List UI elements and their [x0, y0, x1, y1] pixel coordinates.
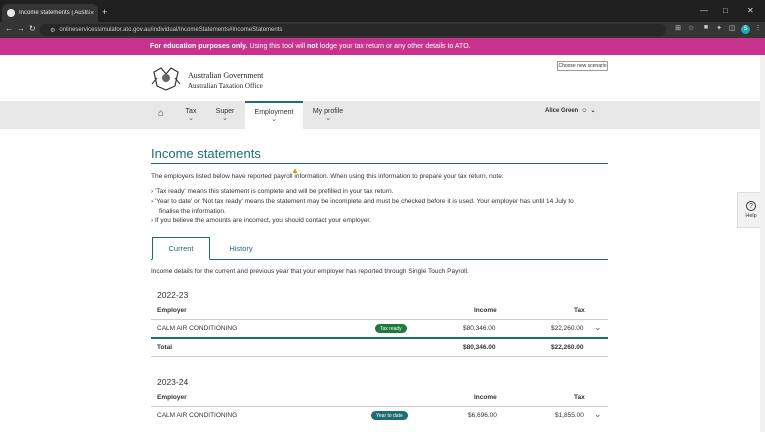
gov-name-line2: Australian Taxation Office — [188, 82, 263, 90]
list-item: › 'Tax ready' means this statement is co… — [151, 188, 394, 195]
year-heading: 2023-24 — [157, 377, 189, 387]
banner-bold-text: For education purposes only. — [150, 43, 248, 50]
status-badge: Tax ready — [375, 324, 407, 333]
row-divider — [151, 319, 608, 320]
title-divider — [151, 163, 608, 164]
tab-history[interactable]: History — [216, 237, 266, 259]
employer-name: CALM AIR CONDITIONING — [157, 412, 238, 419]
tab-current[interactable]: Current — [152, 237, 210, 260]
nav-tax-label: Tax — [185, 108, 197, 115]
browser-tab-title: Income statements | Australian T — [19, 10, 90, 16]
chevron-down-icon: ⌄ — [590, 108, 596, 114]
coat-of-arms-logo — [151, 67, 181, 91]
row-divider — [151, 356, 608, 357]
income-value: $80,346.00 — [463, 325, 496, 332]
tax-header: Tax — [574, 307, 585, 314]
close-tab-icon[interactable]: × — [90, 10, 98, 17]
extensions-puzzle-icon[interactable]: ✦ — [714, 24, 724, 34]
close-window-icon[interactable]: ✕ — [747, 6, 754, 15]
income-header: Income — [474, 394, 497, 401]
page-scrollbar[interactable] — [760, 55, 765, 432]
income-header: Income — [474, 307, 497, 314]
nav-super[interactable]: Super ⌄ — [210, 101, 240, 129]
income-value: $6,696.00 — [468, 412, 497, 419]
banner-text-2: lodge your tax return or any other detai… — [317, 43, 471, 50]
list-item-continuation: finalise the information. — [159, 208, 226, 215]
tabs-divider — [151, 259, 608, 260]
banner-text-1: Using this tool will — [247, 43, 308, 50]
browser-menu-icon[interactable]: ⋮ — [753, 24, 763, 34]
new-tab-button[interactable]: + — [102, 7, 107, 17]
site-favicon-icon — [7, 9, 15, 17]
chevron-down-icon: ⌄ — [271, 116, 277, 123]
user-icon: ☺ — [581, 107, 588, 114]
employer-name: CALM AIR CONDITIONING — [157, 325, 238, 332]
total-tax: $22,260.00 — [551, 344, 584, 351]
total-divider — [151, 337, 608, 339]
expand-chevron-icon[interactable]: ⌄ — [594, 322, 602, 333]
user-menu[interactable]: Alice Green ☺ ⌄ — [545, 107, 596, 115]
employer-header: Employer — [157, 394, 187, 401]
expand-chevron-icon[interactable]: ⌄ — [594, 409, 602, 420]
user-name: Alice Green — [545, 107, 579, 114]
gov-name-line1: Australian Government — [188, 71, 264, 80]
reload-icon[interactable]: ↻ — [29, 24, 36, 33]
profile-avatar[interactable]: S — [741, 25, 750, 34]
chevron-down-icon: ⌄ — [222, 115, 228, 122]
main-nav — [0, 101, 765, 129]
details-text: Income details for the current and previ… — [151, 268, 469, 275]
intro-text: The employers listed below have reported… — [151, 173, 504, 180]
list-item: › If you believe the amounts are incorre… — [151, 217, 372, 224]
forward-icon[interactable]: → — [17, 24, 25, 33]
status-badge: Year to date — [371, 411, 408, 420]
browser-tab-strip — [0, 0, 765, 22]
bookmark-star-icon[interactable]: ☆ — [686, 24, 696, 34]
tax-value: $22,260.00 — [551, 325, 584, 332]
install-app-icon[interactable]: ⊞ — [673, 24, 683, 34]
nav-super-label: Super — [215, 108, 235, 115]
question-icon: ? — [746, 201, 756, 211]
chevron-down-icon: ⌄ — [325, 115, 331, 122]
banner-not-text: not — [307, 43, 318, 50]
page-title: Income statements — [151, 146, 261, 161]
home-icon[interactable]: ⌂ — [158, 108, 170, 120]
year-heading: 2022-23 — [157, 290, 189, 300]
list-item: › 'Year to date' or 'Not tax ready' mean… — [151, 198, 574, 205]
chevron-down-icon: ⌄ — [188, 115, 194, 122]
row-divider — [151, 406, 608, 407]
address-bar[interactable]: ⚙ onlineservicessimulator.ato.gov.au/ind… — [40, 24, 666, 36]
side-panel-icon[interactable]: ◫ — [727, 24, 737, 34]
choose-new-scenario-button[interactable]: Choose new scenario — [557, 61, 608, 71]
help-label: Help — [745, 213, 757, 219]
nav-employment[interactable]: Employment ⌄ — [245, 101, 303, 129]
tax-value: $1,855.00 — [555, 412, 584, 419]
total-label: Total — [157, 344, 173, 351]
url-text: onlineservicessimulator.ato.gov.au/indiv… — [59, 27, 283, 33]
nav-my-profile-label: My profile — [312, 108, 344, 115]
site-header — [0, 55, 765, 101]
nav-my-profile[interactable]: My profile ⌄ — [309, 101, 347, 129]
total-income: $80,346.00 — [463, 344, 496, 351]
tax-header: Tax — [574, 394, 585, 401]
extension-icon[interactable]: ■ — [701, 24, 711, 34]
maximize-icon[interactable]: □ — [723, 6, 728, 15]
minimize-icon[interactable]: — — [700, 6, 708, 15]
back-icon[interactable]: ← — [5, 24, 13, 33]
nav-tax[interactable]: Tax ⌄ — [178, 101, 204, 129]
education-banner: For education purposes only. Using this … — [0, 38, 765, 55]
nav-employment-label: Employment — [254, 109, 294, 116]
employer-header: Employer — [157, 307, 187, 314]
site-info-icon[interactable]: ⚙ — [50, 27, 55, 34]
browser-tab[interactable]: Income statements | Australian T × — [2, 4, 98, 22]
